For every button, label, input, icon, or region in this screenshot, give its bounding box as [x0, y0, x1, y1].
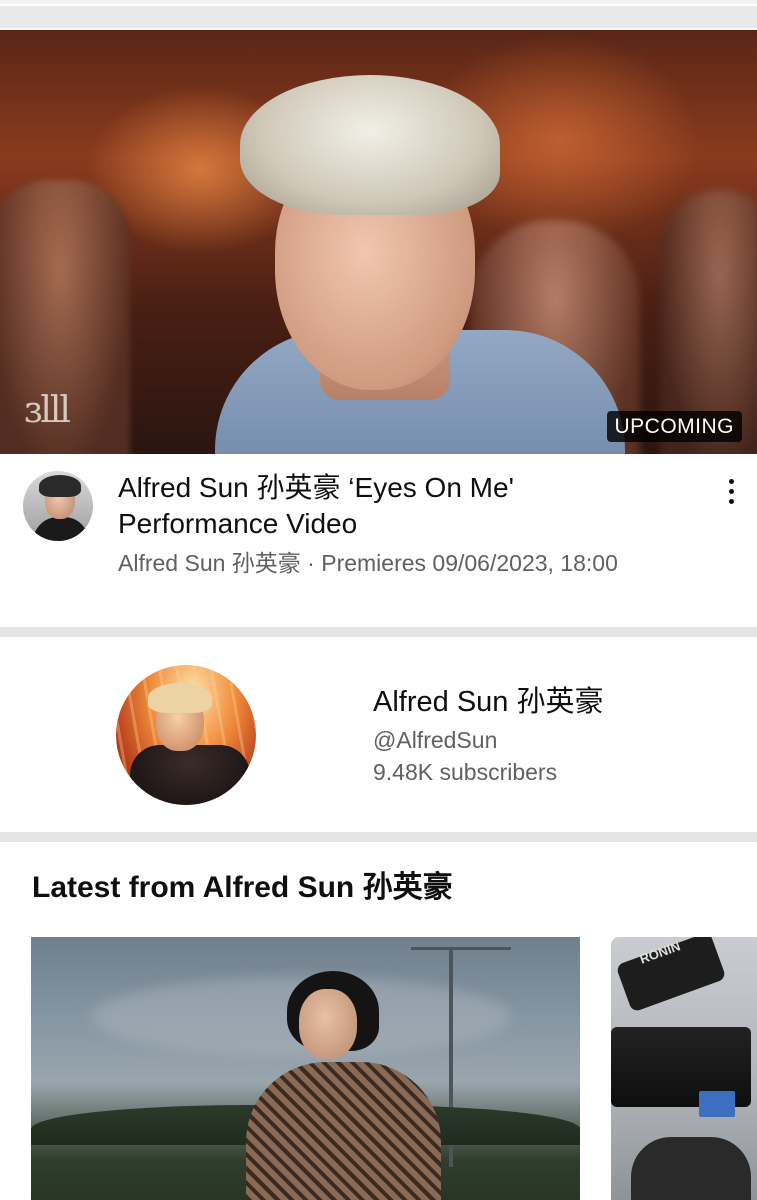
- avatar-figure-hair: [148, 683, 212, 713]
- thumbnail-subject-face: [299, 989, 357, 1059]
- featured-video-thumbnail[interactable]: ɜlll UPCOMING: [0, 30, 757, 454]
- channel-name[interactable]: Alfred Sun 孙英豪: [373, 684, 603, 720]
- dot: [728, 498, 734, 504]
- channel-avatar-large[interactable]: [116, 665, 256, 805]
- latest-video-thumbnail-partial[interactable]: RONIN: [611, 937, 757, 1200]
- latest-section-title: Latest from Alfred Sun 孙英豪: [32, 871, 453, 904]
- section-separator: [0, 627, 757, 637]
- thumbnail-streetlight-arm: [411, 947, 511, 950]
- dot: [728, 478, 734, 484]
- avatar-figure-body: [33, 517, 89, 541]
- upcoming-badge: UPCOMING: [606, 411, 742, 442]
- video-metadata: Alfred Sun 孙英豪 · Premieres 09/06/2023, 1…: [118, 550, 618, 576]
- dot: [728, 488, 734, 494]
- thumbnail-camera-screen: [699, 1091, 735, 1117]
- youtube-channel-page: ɜlll UPCOMING Alfred Sun 孙英豪 ‘Eyes On Me…: [0, 0, 757, 1200]
- avatar-figure-hair: [39, 475, 81, 497]
- more-options-icon[interactable]: [716, 474, 746, 508]
- subscriber-count: 9.48K subscribers: [373, 759, 558, 785]
- thumbnail-hand: [631, 1137, 751, 1200]
- thumbnail-subject-hair: [240, 75, 500, 215]
- avatar-figure-arms: [130, 745, 250, 805]
- latest-video-thumbnail[interactable]: [31, 937, 580, 1200]
- thumbnail-subject-body: [246, 1062, 441, 1200]
- channel-handle: @AlfredSun: [373, 727, 498, 753]
- video-title[interactable]: Alfred Sun 孙英豪 ‘Eyes On Me' Performance …: [118, 470, 678, 542]
- thumbnail-watermark-logo: ɜlll: [24, 390, 71, 431]
- top-separator: [0, 0, 757, 30]
- channel-avatar-small[interactable]: [23, 471, 93, 541]
- section-separator: [0, 832, 757, 842]
